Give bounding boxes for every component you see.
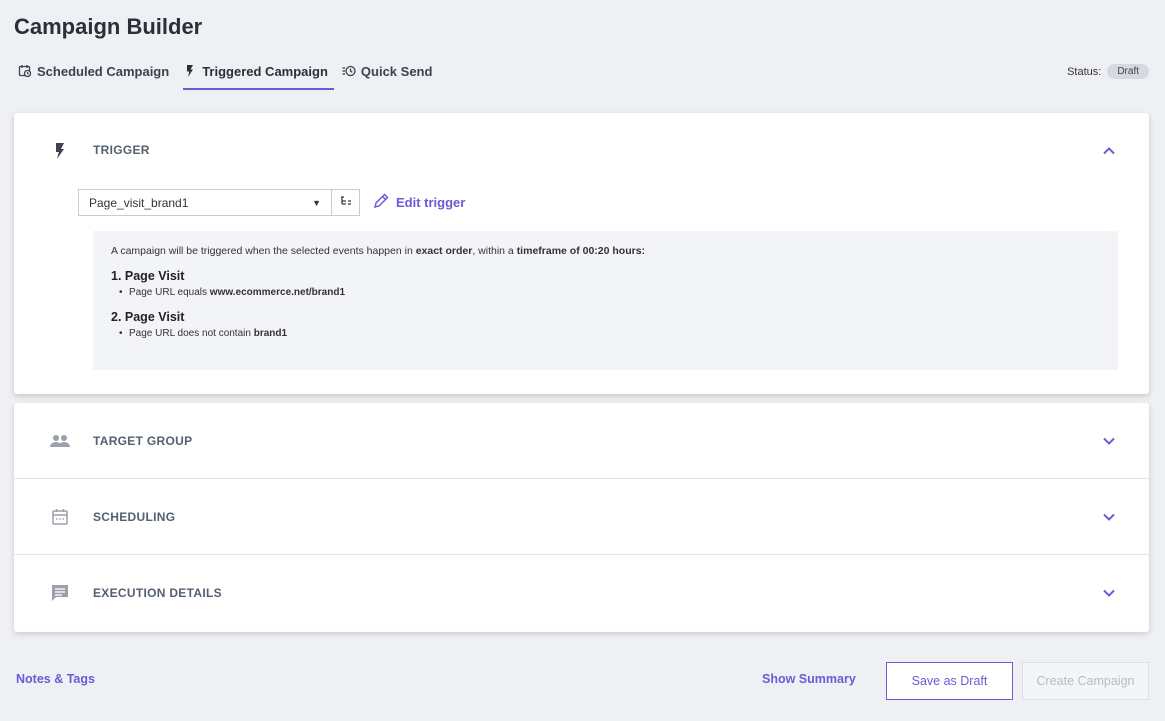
step-condition: Page URL equals www.ecommerce.net/brand1 <box>111 287 1100 298</box>
show-summary-link[interactable]: Show Summary <box>762 672 856 686</box>
section-title: TRIGGER <box>93 143 150 157</box>
trigger-summary: A campaign will be triggered when the se… <box>111 245 1100 257</box>
step-title: 1. Page Visit <box>111 269 185 283</box>
scheduling-section[interactable]: SCHEDULING <box>14 479 1149 555</box>
execution-details-section[interactable]: EXECUTION DETAILS <box>14 555 1149 631</box>
condition-value: www.ecommerce.net/brand1 <box>209 287 346 298</box>
trigger-step: 2. Page Visit Page URL does not contain … <box>111 310 1100 339</box>
collapsed-sections-card: TARGET GROUP SCHEDULING EXECUTION DETAIL… <box>14 403 1149 632</box>
summary-text: , within a <box>472 245 517 257</box>
calendar-clock-icon <box>18 64 32 78</box>
lightning-icon <box>50 141 70 161</box>
tree-icon <box>340 195 352 210</box>
trigger-selector-row: Page_visit_brand1 ▼ Edit trigger <box>78 189 465 216</box>
pencil-icon <box>372 192 390 213</box>
chevron-down-icon[interactable] <box>1101 433 1117 449</box>
trigger-card: TRIGGER Page_visit_brand1 ▼ Edit trigger… <box>14 113 1149 394</box>
target-group-section[interactable]: TARGET GROUP <box>14 403 1149 479</box>
campaign-type-tabs: Scheduled Campaign Triggered Campaign Qu… <box>18 60 438 90</box>
trigger-step: 1. Page Visit Page URL equals www.ecomme… <box>111 269 1100 298</box>
tab-label: Triggered Campaign <box>202 64 328 79</box>
condition-value: brand1 <box>253 328 288 339</box>
step-title: 2. Page Visit <box>111 310 185 324</box>
summary-order: exact order <box>415 245 473 257</box>
chevron-up-icon[interactable] <box>1101 143 1117 159</box>
status-indicator: Status: Draft <box>1067 64 1149 79</box>
chevron-down-icon[interactable] <box>1101 509 1117 525</box>
status-badge: Draft <box>1107 64 1149 79</box>
clock-list-icon <box>342 64 356 78</box>
trigger-section-header[interactable]: TRIGGER <box>14 113 1149 187</box>
trigger-description: A campaign will be triggered when the se… <box>93 231 1118 370</box>
caret-down-icon: ▼ <box>312 197 321 208</box>
message-icon <box>50 583 70 603</box>
page-title: Campaign Builder <box>14 14 203 39</box>
trigger-select[interactable]: Page_visit_brand1 ▼ <box>78 189 332 216</box>
notes-tags-link[interactable]: Notes & Tags <box>16 672 95 686</box>
tab-quick-send[interactable]: Quick Send <box>342 60 439 90</box>
trigger-select-value: Page_visit_brand1 <box>89 195 189 210</box>
calendar-icon <box>50 507 70 527</box>
edit-trigger-label: Edit trigger <box>396 195 466 210</box>
section-title: EXECUTION DETAILS <box>93 586 222 600</box>
tab-scheduled-campaign[interactable]: Scheduled Campaign <box>18 60 175 90</box>
summary-text: A campaign will be triggered when the se… <box>111 245 416 257</box>
save-draft-button[interactable]: Save as Draft <box>886 662 1013 700</box>
chevron-down-icon[interactable] <box>1101 585 1117 601</box>
summary-timeframe: timeframe of 00:20 hours: <box>516 245 646 257</box>
condition-text: Page URL equals <box>129 287 210 298</box>
tab-triggered-campaign[interactable]: Triggered Campaign <box>183 60 334 90</box>
tab-label: Scheduled Campaign <box>37 64 170 79</box>
tab-label: Quick Send <box>360 64 433 79</box>
tree-view-button[interactable] <box>332 189 360 216</box>
condition-text: Page URL does not contain <box>129 328 254 339</box>
people-icon <box>50 431 70 451</box>
edit-trigger-link[interactable]: Edit trigger <box>372 192 465 213</box>
create-campaign-button[interactable]: Create Campaign <box>1022 662 1149 700</box>
status-label: Status: <box>1067 65 1102 78</box>
lightning-icon <box>183 64 197 78</box>
section-title: TARGET GROUP <box>93 434 193 448</box>
step-condition: Page URL does not contain brand1 <box>111 328 1100 339</box>
section-title: SCHEDULING <box>93 510 176 524</box>
